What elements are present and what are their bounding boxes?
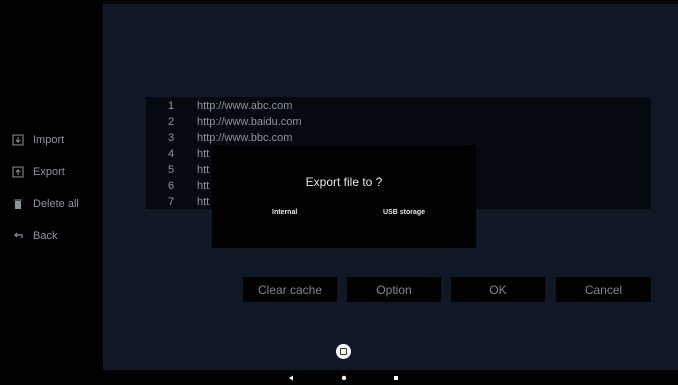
row-url: htt [197,148,210,160]
row-url: http://www.baidu.com [197,116,302,128]
sidebar-item-export[interactable]: Export [12,162,65,182]
export-icon [12,166,24,178]
ok-button[interactable]: OK [451,277,545,302]
row-number: 4 [168,148,175,160]
sidebar-item-label: Export [33,166,65,178]
row-number: 1 [168,100,175,112]
sidebar-item-label: Delete all [33,198,79,210]
sidebar: Import Export Delete all Back [0,0,103,370]
sidebar-item-label: Back [33,230,58,242]
internal-option[interactable]: Internal [272,209,297,216]
sidebar-item-back[interactable]: Back [12,226,57,246]
export-dialog: Export file to ? Internal USB storage [212,145,476,248]
sidebar-item-label: Import [33,134,65,146]
cancel-button[interactable]: Cancel [556,277,651,302]
trash-icon [12,198,24,210]
row-number: 3 [168,132,175,144]
floating-overlay-button[interactable] [336,344,351,359]
row-number: 7 [168,196,175,208]
row-number: 5 [168,164,175,176]
sidebar-item-delete-all[interactable]: Delete all [12,194,79,214]
square-icon [340,348,347,355]
back-arrow-icon [12,230,24,242]
row-url: htt [197,196,210,208]
back-triangle-icon[interactable] [284,370,298,385]
home-dot-icon[interactable] [337,370,351,385]
row-url: htt [197,164,210,176]
row-number: 2 [168,116,175,128]
usb-storage-option[interactable]: USB storage [383,209,425,216]
clear-cache-button[interactable]: Clear cache [243,277,337,302]
import-icon [12,134,24,146]
sidebar-item-import[interactable]: Import [12,130,64,150]
row-number: 6 [168,180,175,192]
row-url: htt [197,180,210,192]
row-url: http://www.abc.com [197,100,293,112]
recents-square-icon[interactable] [389,370,403,385]
option-button[interactable]: Option [347,277,441,302]
row-url: http://www.bbc.com [197,132,293,144]
navigation-bar [0,370,678,385]
dialog-title: Export file to ? [305,175,383,189]
